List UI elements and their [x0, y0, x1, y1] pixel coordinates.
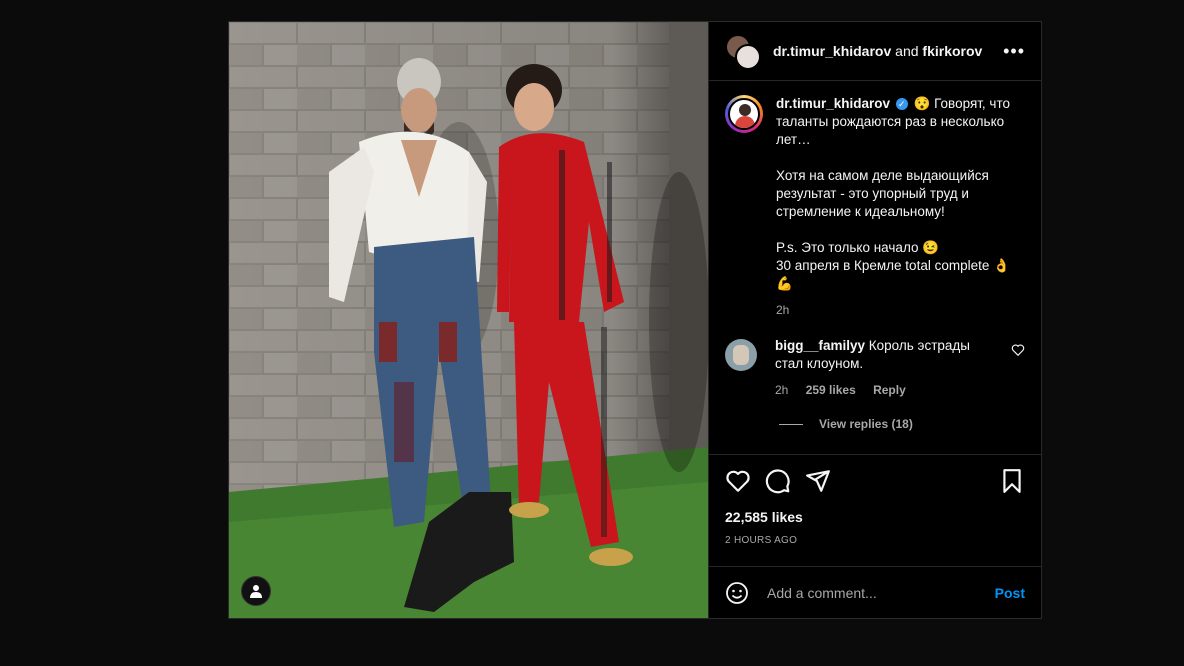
more-options-icon[interactable]: •••	[1003, 41, 1025, 62]
likes-count[interactable]: 22,585 likes	[725, 509, 1025, 525]
and-label: and	[895, 43, 919, 59]
view-replies-label: View replies (18)	[819, 417, 913, 431]
reply-button[interactable]: Reply	[873, 383, 906, 397]
comment-meta: 2h 259 likes Reply	[775, 383, 1001, 397]
post-sidebar: dr.timur_khidarov and fkirkorov ••• dr.t…	[708, 22, 1041, 618]
comment-input[interactable]	[765, 583, 995, 602]
post-timestamp[interactable]: 2 HOURS AGO	[725, 535, 1025, 546]
caption-body: 😯 Говорят, что таланты рождаются раз в н…	[776, 96, 1011, 291]
comment-username[interactable]: bigg__familyy	[775, 338, 865, 353]
caption-time[interactable]: 2h	[776, 303, 1025, 317]
user-icon	[250, 585, 262, 598]
post-header: dr.timur_khidarov and fkirkorov •••	[709, 22, 1041, 81]
divider	[779, 423, 803, 425]
caption: dr.timur_khidarov ✓ 😯 Говорят, что талан…	[725, 95, 1025, 317]
photo-image	[229, 22, 708, 618]
post-modal: dr.timur_khidarov and fkirkorov ••• dr.t…	[228, 21, 1042, 619]
post-actions: 22,585 likes 2 HOURS AGO	[709, 454, 1041, 566]
username-link[interactable]: fkirkorov	[922, 43, 982, 59]
collab-avatars[interactable]	[725, 34, 761, 70]
post-comment-button[interactable]: Post	[995, 585, 1025, 601]
save-bookmark-icon[interactable]	[999, 468, 1025, 494]
comment-text: bigg__familyy Король эстрады стал клоуно…	[775, 337, 1001, 373]
avatar	[735, 44, 761, 70]
caption-text: dr.timur_khidarov ✓ 😯 Говорят, что талан…	[776, 95, 1025, 293]
tagged-users-button[interactable]	[241, 576, 271, 606]
caption-username[interactable]: dr.timur_khidarov	[776, 96, 890, 111]
comment-time[interactable]: 2h	[775, 383, 788, 397]
comment-item: bigg__familyy Король эстрады стал клоуно…	[725, 337, 1025, 397]
collab-usernames: dr.timur_khidarov and fkirkorov	[773, 43, 1003, 59]
view-replies-button[interactable]: View replies (18)	[779, 417, 1025, 431]
author-avatar[interactable]	[725, 95, 763, 133]
comment-icon[interactable]	[765, 468, 791, 494]
action-icons	[725, 467, 1025, 495]
comments-section: dr.timur_khidarov ✓ 😯 Говорят, что талан…	[709, 81, 1041, 454]
emoji-icon[interactable]	[725, 581, 749, 605]
username-link[interactable]: dr.timur_khidarov	[773, 43, 891, 59]
add-comment-bar: Post	[709, 566, 1041, 618]
share-icon[interactable]	[805, 468, 831, 494]
comment-like-icon[interactable]	[1011, 343, 1025, 357]
like-heart-icon[interactable]	[725, 468, 751, 494]
avatar[interactable]	[725, 339, 757, 371]
verified-badge-icon: ✓	[895, 98, 908, 111]
comment-likes[interactable]: 259 likes	[806, 383, 856, 397]
post-photo[interactable]	[229, 22, 708, 618]
